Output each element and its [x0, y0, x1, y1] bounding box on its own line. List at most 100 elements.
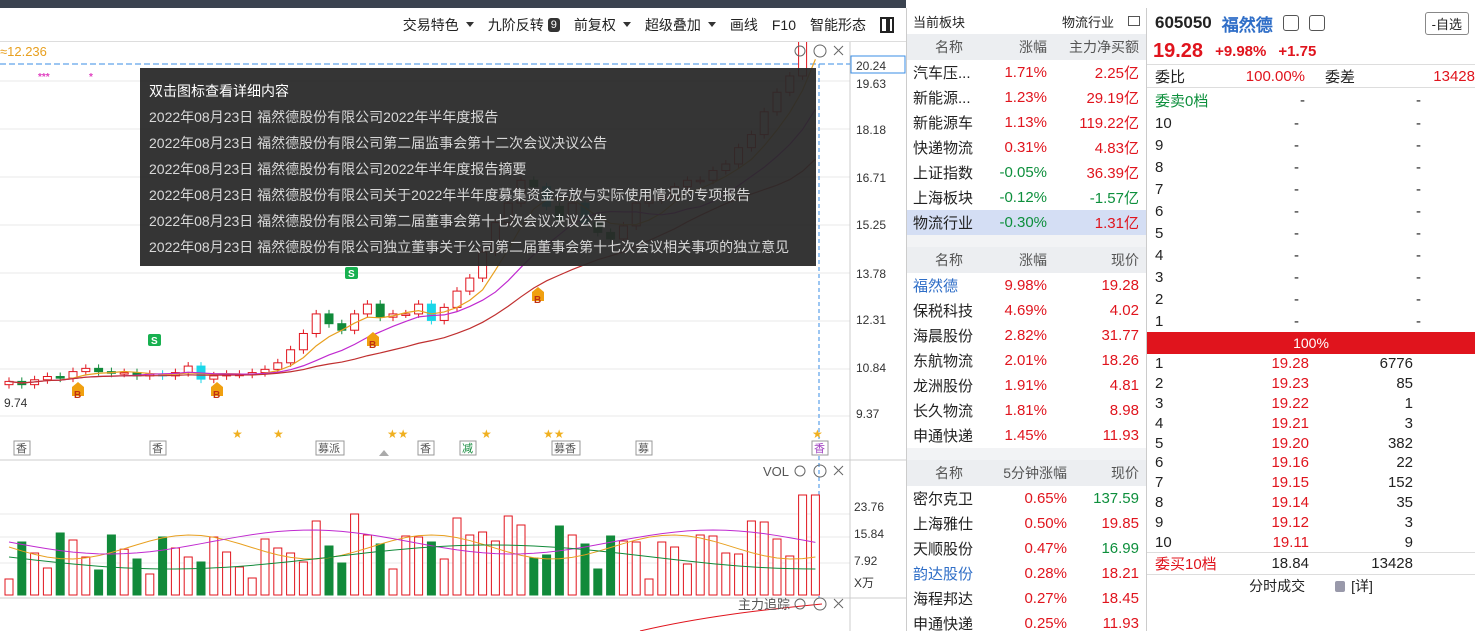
buy-level-row[interactable]: 2 19.23 85 [1147, 374, 1475, 394]
weibi-label: 委比 [1155, 68, 1186, 86]
level-volume: - [1416, 158, 1421, 176]
tooltip-item[interactable]: 2022年08月23日 福然德股份有限公司2022年半年度报告 [149, 104, 807, 130]
tooltip-item[interactable]: 2022年08月23日 福然德股份有限公司关于2022年半年度募集资金存放与实际… [149, 182, 807, 208]
overlay-menu[interactable]: 超级叠加 [645, 15, 716, 35]
sector-row[interactable]: 快递物流 0.31% 4.83亿 [907, 135, 1146, 160]
bell-icon[interactable] [1282, 15, 1299, 31]
event-tag-label: 募派 [318, 442, 340, 455]
adjust-menu[interactable]: 前复权 [574, 15, 631, 35]
level-volume: 152 [1387, 474, 1413, 492]
buy-level-row[interactable]: 6 19.16 22 [1147, 453, 1475, 473]
svg-text:★: ★ [273, 427, 284, 441]
stock-row[interactable]: 海程邦达 0.27% 18.45 [907, 586, 1146, 611]
stock-change: 4.69% [1004, 302, 1047, 319]
col-netbuy[interactable]: 主力净买额 [1047, 37, 1139, 57]
buy-level-row[interactable]: 10 19.11 9 [1147, 532, 1475, 552]
buy-level-row[interactable]: 9 19.12 3 [1147, 512, 1475, 532]
col-price[interactable]: 现价 [1067, 463, 1139, 483]
stock-row[interactable]: 天顺股份 0.47% 16.99 [907, 536, 1146, 561]
add-watchlist-button[interactable]: -自选 [1424, 11, 1469, 35]
stock-row[interactable]: 海晨股份 2.82% 31.77 [907, 323, 1146, 348]
level-volume: - [1416, 180, 1421, 198]
col-name[interactable]: 名称 [907, 250, 987, 270]
sell-level-row[interactable]: 1 - - [1147, 310, 1475, 332]
layout-toggle-button[interactable] [880, 16, 894, 33]
collapse-arrow-icon[interactable] [379, 450, 389, 456]
candle-body [362, 303, 372, 315]
sell-level-row[interactable]: 7 - - [1147, 178, 1475, 200]
candle-body [324, 313, 334, 325]
stock-change: 2.82% [1004, 327, 1047, 344]
buy-total-row: 委买10档 18.84 13428 [1147, 551, 1475, 574]
price-axis: 20.24 19.63 18.18 16.71 15.25 13.78 12.31 10.84… [856, 59, 886, 421]
stock-row[interactable]: 龙洲股份 1.91% 4.81 [907, 373, 1146, 398]
sector-row[interactable]: 汽车压... 1.71% 2.25亿 [907, 60, 1146, 85]
sell-level-row[interactable]: 5 - - [1147, 222, 1475, 244]
col-change[interactable]: 涨幅 [987, 37, 1047, 57]
sell-level-row[interactable]: 3 - - [1147, 266, 1475, 288]
candle-body [298, 332, 308, 351]
candle-body [286, 349, 296, 364]
price-tick: 12.31 [856, 313, 886, 327]
col-5min-change[interactable]: 5分钟涨幅 [987, 463, 1067, 483]
sell-level-row[interactable]: 10 - - [1147, 112, 1475, 134]
sector-row[interactable]: 物流行业 -0.30% 1.31亿 [907, 210, 1146, 235]
current-sector-label: 当前板块 [913, 14, 966, 30]
sell-level-row[interactable]: 4 - - [1147, 244, 1475, 266]
stock-change: 1.45% [1004, 427, 1047, 444]
stock-row[interactable]: 申通快递 1.45% 11.93 [907, 423, 1146, 448]
buy-level-row[interactable]: 4 19.21 3 [1147, 413, 1475, 433]
draw-line-button[interactable]: 画线 [730, 15, 758, 35]
buy-level-row[interactable]: 7 19.15 152 [1147, 473, 1475, 493]
stock-row[interactable]: 韵达股份 0.28% 18.21 [907, 561, 1146, 586]
trade-feature-menu[interactable]: 交易特色 [403, 15, 474, 35]
window-icon[interactable] [1128, 16, 1140, 26]
sell-level-row[interactable]: 2 - - [1147, 288, 1475, 310]
col-name[interactable]: 名称 [907, 463, 987, 483]
smart-pattern-button[interactable]: 智能形态 [810, 15, 866, 35]
level-num: 1 [1155, 312, 1164, 330]
stock-row[interactable]: 申通快递 0.25% 11.93 [907, 611, 1146, 636]
sell-level-row[interactable]: 6 - - [1147, 200, 1475, 222]
tooltip-item[interactable]: 2022年08月23日 福然德股份有限公司第二届监事会第十二次会议决议公告 [149, 130, 807, 156]
stock-name: 上海雅仕 [913, 516, 974, 533]
sector-row[interactable]: 上证指数 -0.05% 36.39亿 [907, 160, 1146, 185]
buy-level-row[interactable]: 1 19.28 6776 [1147, 354, 1475, 374]
sell-level-row[interactable]: 8 - - [1147, 156, 1475, 178]
trades-tab[interactable]: 分时成交 [1249, 576, 1305, 596]
volume-bar [721, 552, 731, 596]
stock-row[interactable]: 上海雅仕 0.50% 19.85 [907, 511, 1146, 536]
buy-level-row[interactable]: 3 19.22 1 [1147, 394, 1475, 414]
tooltip-item[interactable]: 2022年08月23日 福然德股份有限公司独立董事关于公司第二届董事会第十七次会… [149, 234, 807, 260]
f10-button[interactable]: F10 [772, 17, 796, 33]
event-tags[interactable]: 香香募派香减募香募香 [13, 440, 829, 456]
current-sector-value[interactable]: 物流行业 [1062, 12, 1114, 31]
tooltip-item[interactable]: 2022年08月23日 福然德股份有限公司2022年半年度报告摘要 [149, 156, 807, 182]
stock-name[interactable]: 福然德 [1222, 11, 1273, 36]
stock-row[interactable]: 长久物流 1.81% 8.98 [907, 398, 1146, 423]
share-icon[interactable] [1308, 15, 1325, 31]
volume-bar [401, 535, 411, 596]
sector-row[interactable]: 新能源车 1.13% 119.22亿 [907, 110, 1146, 135]
level-num: 3 [1155, 394, 1164, 412]
sector-row[interactable]: 上海板块 -0.12% -1.57亿 [907, 185, 1146, 210]
nine-reversal-button[interactable]: 九阶反转 9 [488, 15, 560, 35]
level-volume: - [1416, 290, 1421, 308]
volume-bar [618, 540, 628, 596]
buy-level-row[interactable]: 8 19.14 35 [1147, 493, 1475, 513]
sell-level-row[interactable]: 9 - - [1147, 134, 1475, 156]
detail-link[interactable]: [详] [1351, 576, 1373, 596]
stock-name: 龙洲股份 [913, 378, 974, 395]
stock-row[interactable]: 福然德 9.98% 19.28 [907, 273, 1146, 298]
volume-bar [196, 561, 206, 596]
stock-row[interactable]: 东航物流 2.01% 18.26 [907, 348, 1146, 373]
tooltip-item[interactable]: 2022年08月23日 福然德股份有限公司第二届董事会第十七次会议决议公告 [149, 208, 807, 234]
col-name[interactable]: 名称 [907, 37, 987, 57]
stock-row[interactable]: 保税科技 4.69% 4.02 [907, 298, 1146, 323]
buy-level-row[interactable]: 5 19.20 382 [1147, 433, 1475, 453]
col-price[interactable]: 现价 [1047, 250, 1139, 270]
stock-row[interactable]: 密尔克卫 0.65% 137.59 [907, 486, 1146, 511]
stock-name: 保税科技 [913, 303, 974, 320]
col-change[interactable]: 涨幅 [987, 250, 1047, 270]
sector-row[interactable]: 新能源... 1.23% 29.19亿 [907, 85, 1146, 110]
